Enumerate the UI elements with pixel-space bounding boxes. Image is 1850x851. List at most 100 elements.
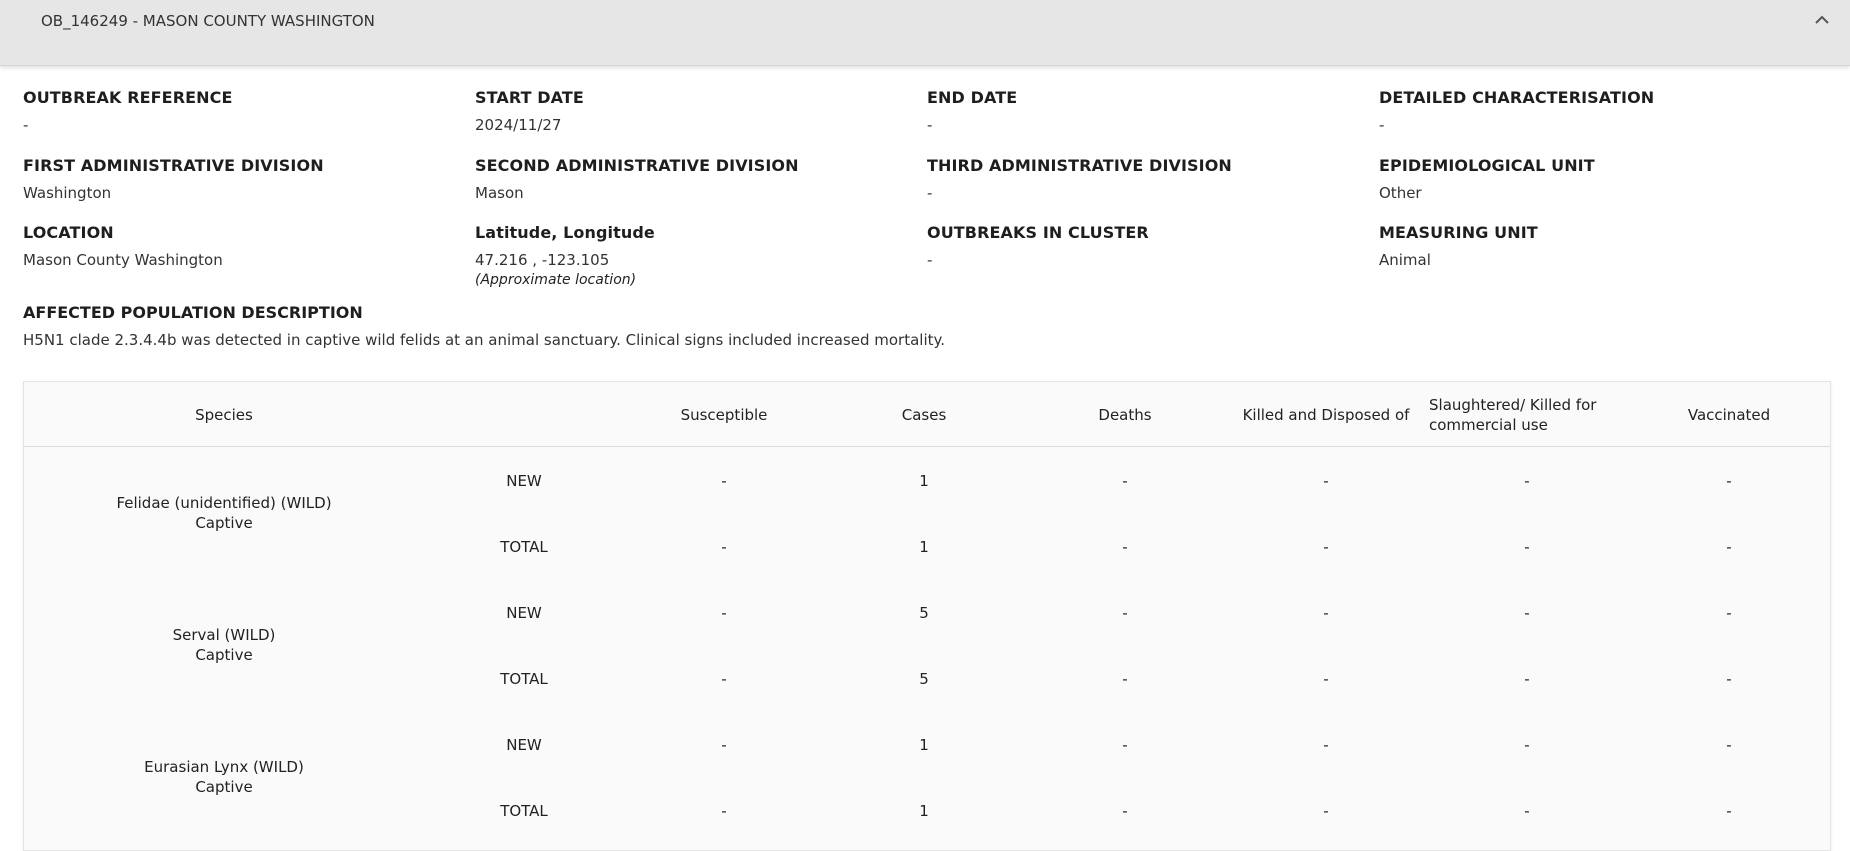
species-status: Captive xyxy=(195,514,253,532)
field-value: - xyxy=(23,116,29,134)
field-end-date: END DATE - xyxy=(927,88,1367,134)
field-label: SECOND ADMINISTRATIVE DIVISION xyxy=(475,156,799,175)
cell-susceptible: - xyxy=(721,736,727,754)
cell-killed: - xyxy=(1323,670,1329,688)
field-value: - xyxy=(927,251,933,269)
field-third-admin-division: THIRD ADMINISTRATIVE DIVISION - xyxy=(927,156,1367,202)
cell-killed: - xyxy=(1323,472,1329,490)
cell-slaughtered: - xyxy=(1524,538,1530,556)
cell-slaughtered: - xyxy=(1524,736,1530,754)
header-species: Species xyxy=(195,405,253,424)
field-value: 2024/11/27 xyxy=(475,116,562,134)
cell-susceptible: - xyxy=(721,604,727,622)
row-type-label: NEW xyxy=(506,736,542,754)
cell-susceptible: - xyxy=(721,538,727,556)
table-header: Species Susceptible Cases Deaths Killed … xyxy=(24,382,1830,447)
cell-cases: 1 xyxy=(919,472,929,490)
cell-cases: 1 xyxy=(919,736,929,754)
field-label: START DATE xyxy=(475,88,584,107)
species-name: Felidae (unidentified) (WILD) xyxy=(116,494,332,512)
cell-deaths: - xyxy=(1122,538,1128,556)
field-first-admin-division: FIRST ADMINISTRATIVE DIVISION Washington xyxy=(23,156,463,202)
row-type-label: NEW xyxy=(506,604,542,622)
field-value: - xyxy=(927,116,933,134)
field-value: Mason County Washington xyxy=(23,251,223,269)
header-susceptible: Susceptible xyxy=(680,405,768,424)
cell-cases: 5 xyxy=(919,670,929,688)
field-value: Other xyxy=(1379,184,1422,202)
field-epidemiological-unit: EPIDEMIOLOGICAL UNIT Other xyxy=(1379,156,1819,202)
cell-killed: - xyxy=(1323,736,1329,754)
cell-slaughtered: - xyxy=(1524,472,1530,490)
cell-vaccinated: - xyxy=(1726,538,1732,556)
field-value: Animal xyxy=(1379,251,1431,269)
field-label: THIRD ADMINISTRATIVE DIVISION xyxy=(927,156,1232,175)
field-detailed-characterisation: DETAILED CHARACTERISATION - xyxy=(1379,88,1819,134)
cell-slaughtered: - xyxy=(1524,670,1530,688)
cell-slaughtered: - xyxy=(1524,802,1530,820)
cell-vaccinated: - xyxy=(1726,802,1732,820)
cell-susceptible: - xyxy=(721,472,727,490)
field-value: 47.216 , -123.105 xyxy=(475,251,610,269)
cell-susceptible: - xyxy=(721,802,727,820)
field-outbreaks-in-cluster: OUTBREAKS IN CLUSTER - xyxy=(927,223,1367,269)
species-cell: Felidae (unidentified) (WILD) Captive xyxy=(24,493,424,533)
approximate-location-note: (Approximate location) xyxy=(475,272,637,288)
field-label: OUTBREAKS IN CLUSTER xyxy=(927,223,1149,242)
description-label: AFFECTED POPULATION DESCRIPTION xyxy=(23,303,363,322)
cell-cases: 5 xyxy=(919,604,929,622)
header-killed: Killed and Disposed of xyxy=(1242,405,1410,424)
description-text: H5N1 clade 2.3.4.4b was detected in capt… xyxy=(23,331,946,349)
cell-deaths: - xyxy=(1122,736,1128,754)
species-name: Serval (WILD) xyxy=(172,626,276,644)
header-vaccinated: Vaccinated xyxy=(1687,405,1771,424)
cell-vaccinated: - xyxy=(1726,736,1732,754)
field-value: Washington xyxy=(23,184,112,202)
field-label: OUTBREAK REFERENCE xyxy=(23,88,233,107)
field-label: MEASURING UNIT xyxy=(1379,223,1538,242)
cell-deaths: - xyxy=(1122,472,1128,490)
header-slaughtered: Slaughtered/ Killed for commercial use xyxy=(1429,395,1597,434)
field-value: Mason xyxy=(475,184,524,202)
field-label: EPIDEMIOLOGICAL UNIT xyxy=(1379,156,1595,175)
field-location: LOCATION Mason County Washington xyxy=(23,223,463,269)
field-label: Latitude, Longitude xyxy=(475,223,655,242)
row-type-label: TOTAL xyxy=(500,802,548,820)
field-value: - xyxy=(1379,116,1385,134)
cell-deaths: - xyxy=(1122,802,1128,820)
header-cases: Cases xyxy=(901,405,947,424)
row-type-label: NEW xyxy=(506,472,542,490)
species-name: Eurasian Lynx (WILD) xyxy=(144,758,304,776)
cell-slaughtered: - xyxy=(1524,604,1530,622)
field-second-admin-division: SECOND ADMINISTRATIVE DIVISION Mason xyxy=(475,156,915,202)
field-label: LOCATION xyxy=(23,223,114,242)
field-outbreak-reference: OUTBREAK REFERENCE - xyxy=(23,88,463,134)
cell-killed: - xyxy=(1323,604,1329,622)
field-value: - xyxy=(927,184,933,202)
row-type-label: TOTAL xyxy=(500,538,548,556)
species-status: Captive xyxy=(195,646,253,664)
cell-susceptible: - xyxy=(721,670,727,688)
cell-cases: 1 xyxy=(919,538,929,556)
cell-deaths: - xyxy=(1122,604,1128,622)
cell-vaccinated: - xyxy=(1726,670,1732,688)
field-measuring-unit: MEASURING UNIT Animal xyxy=(1379,223,1819,269)
cell-cases: 1 xyxy=(919,802,929,820)
field-label: DETAILED CHARACTERISATION xyxy=(1379,88,1655,107)
cell-killed: - xyxy=(1323,538,1329,556)
chevron-up-icon[interactable] xyxy=(1812,10,1832,30)
field-lat-long: Latitude, Longitude 47.216 , -123.105 (A… xyxy=(475,223,915,288)
outbreak-title: OB_146249 - MASON COUNTY WASHINGTON xyxy=(41,12,375,30)
species-status: Captive xyxy=(195,778,253,796)
row-type-label: TOTAL xyxy=(500,670,548,688)
species-cell: Serval (WILD) Captive xyxy=(24,625,424,665)
header-deaths: Deaths xyxy=(1098,405,1152,424)
cell-deaths: - xyxy=(1122,670,1128,688)
cell-vaccinated: - xyxy=(1726,472,1732,490)
cell-vaccinated: - xyxy=(1726,604,1732,622)
affected-population-description: AFFECTED POPULATION DESCRIPTION H5N1 cla… xyxy=(23,303,1823,349)
field-label: END DATE xyxy=(927,88,1018,107)
cell-killed: - xyxy=(1323,802,1329,820)
species-table: Species Susceptible Cases Deaths Killed … xyxy=(23,381,1831,851)
outbreak-accordion-header[interactable]: OB_146249 - MASON COUNTY WASHINGTON xyxy=(0,0,1850,66)
